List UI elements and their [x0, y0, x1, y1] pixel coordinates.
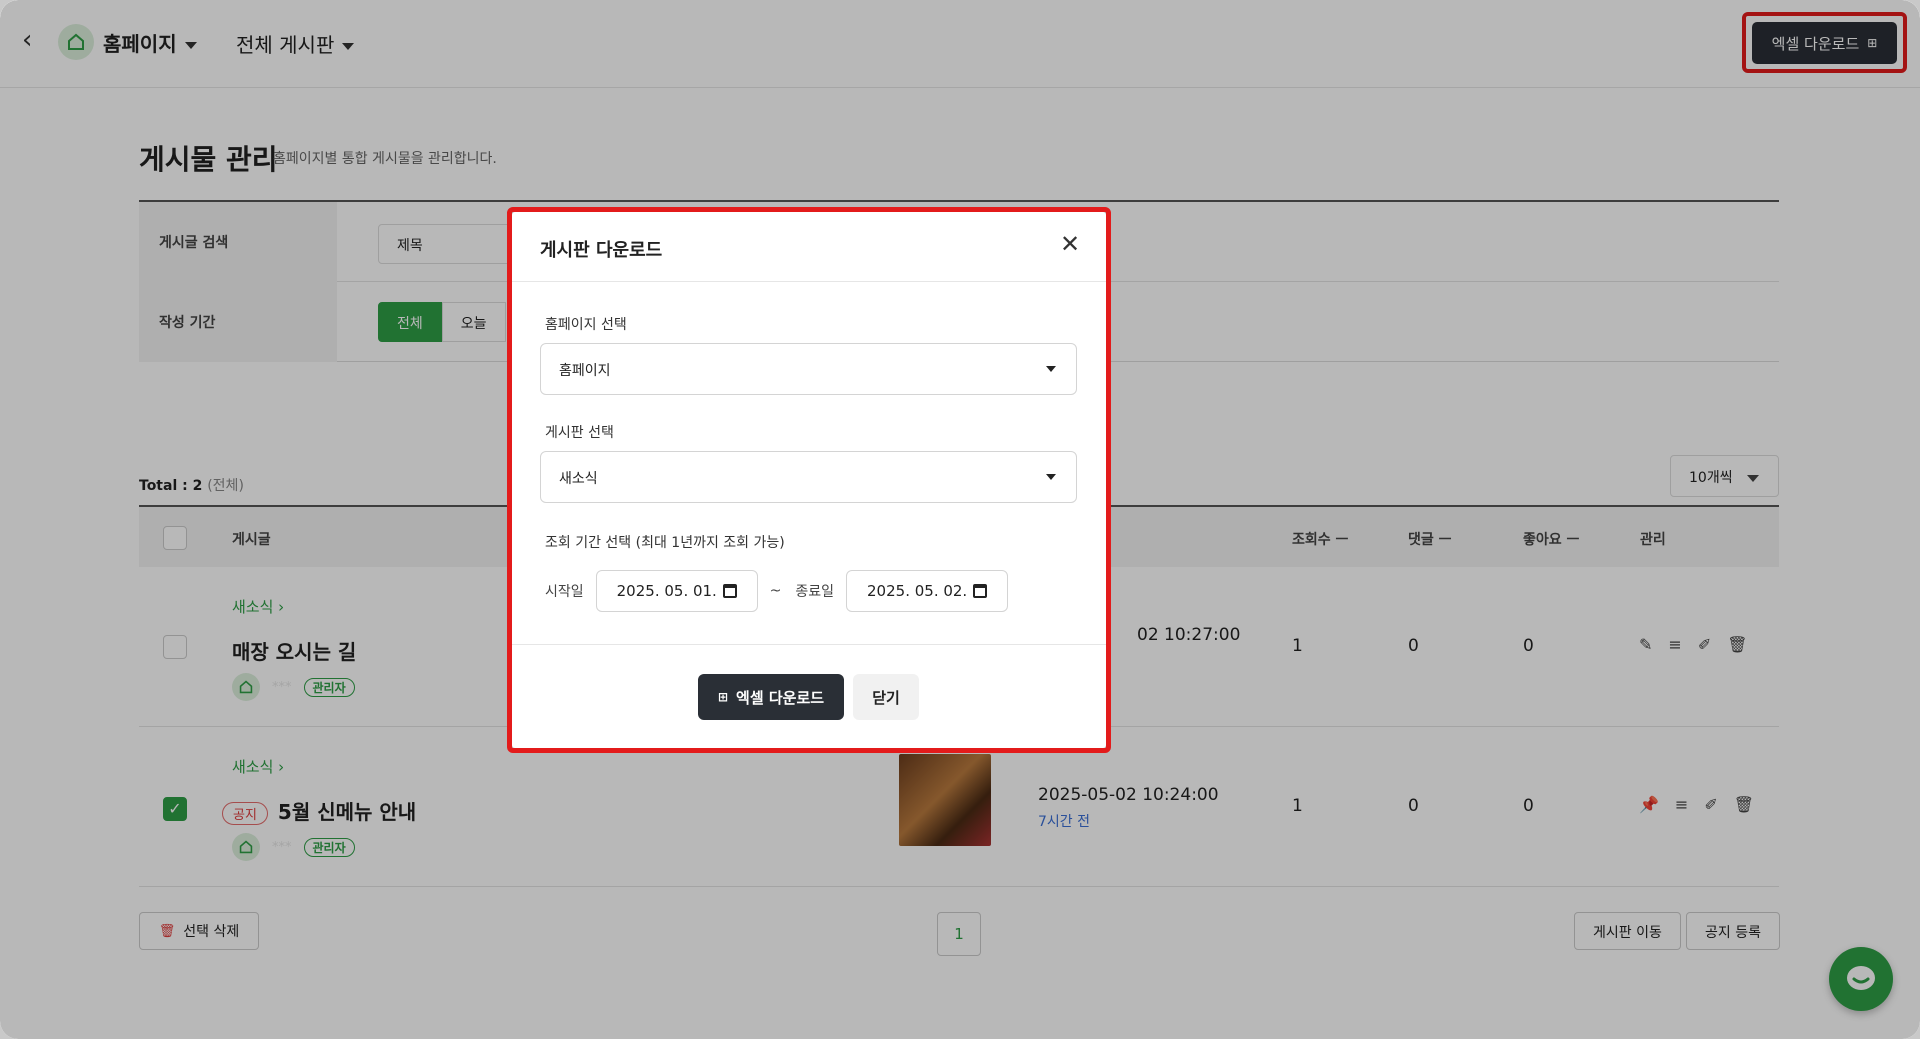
excel-icon: ⊞ — [717, 690, 729, 704]
start-date-label: 시작일 — [545, 584, 584, 600]
homepage-dropdown-value: 홈페이지 — [559, 363, 611, 379]
start-date-input[interactable]: 2025. 05. 01. — [595, 570, 758, 612]
modal-excel-download-button[interactable]: ⊞ 엑셀 다운로드 — [698, 674, 844, 720]
calendar-icon[interactable] — [722, 584, 737, 598]
start-date-value: 2025. 05. 01. — [616, 582, 717, 600]
modal-excel-download-label: 엑셀 다운로드 — [736, 688, 825, 707]
download-modal: 게시판 다운로드 ✕ 홈페이지 선택 홈페이지 게시판 선택 새소식 조회 기간… — [512, 212, 1106, 748]
board-select-label: 게시판 선택 — [545, 425, 614, 441]
end-date-value: 2025. 05. 02. — [867, 582, 968, 600]
range-tilde: ~ — [769, 583, 782, 599]
dropdown-arrow-icon — [1046, 474, 1056, 480]
modal-header: 게시판 다운로드 ✕ — [512, 212, 1106, 282]
homepage-select-label: 홈페이지 선택 — [545, 317, 627, 333]
modal-close-button[interactable]: 닫기 — [853, 674, 919, 720]
dropdown-arrow-icon — [1046, 366, 1056, 372]
modal-divider — [512, 644, 1106, 645]
modal-title: 게시판 다운로드 — [540, 240, 663, 261]
date-range: 시작일 2025. 05. 01. ~ 종료일 2025. 05. 02. — [545, 570, 1020, 612]
close-icon[interactable]: ✕ — [1060, 232, 1080, 256]
board-dropdown-value: 새소식 — [559, 471, 598, 487]
end-date-label: 종료일 — [795, 584, 835, 600]
homepage-dropdown[interactable]: 홈페이지 — [540, 343, 1077, 395]
board-dropdown[interactable]: 새소식 — [540, 451, 1077, 503]
period-select-label: 조회 기간 선택 (최대 1년까지 조회 가능) — [545, 535, 785, 551]
end-date-input[interactable]: 2025. 05. 02. — [846, 570, 1009, 612]
calendar-icon[interactable] — [973, 584, 988, 598]
page: ‹ 홈페이지 전체 게시판 엑셀 다운로드 ⊞ 게시물 관리 홈페이지별 통합 … — [0, 0, 1920, 1039]
